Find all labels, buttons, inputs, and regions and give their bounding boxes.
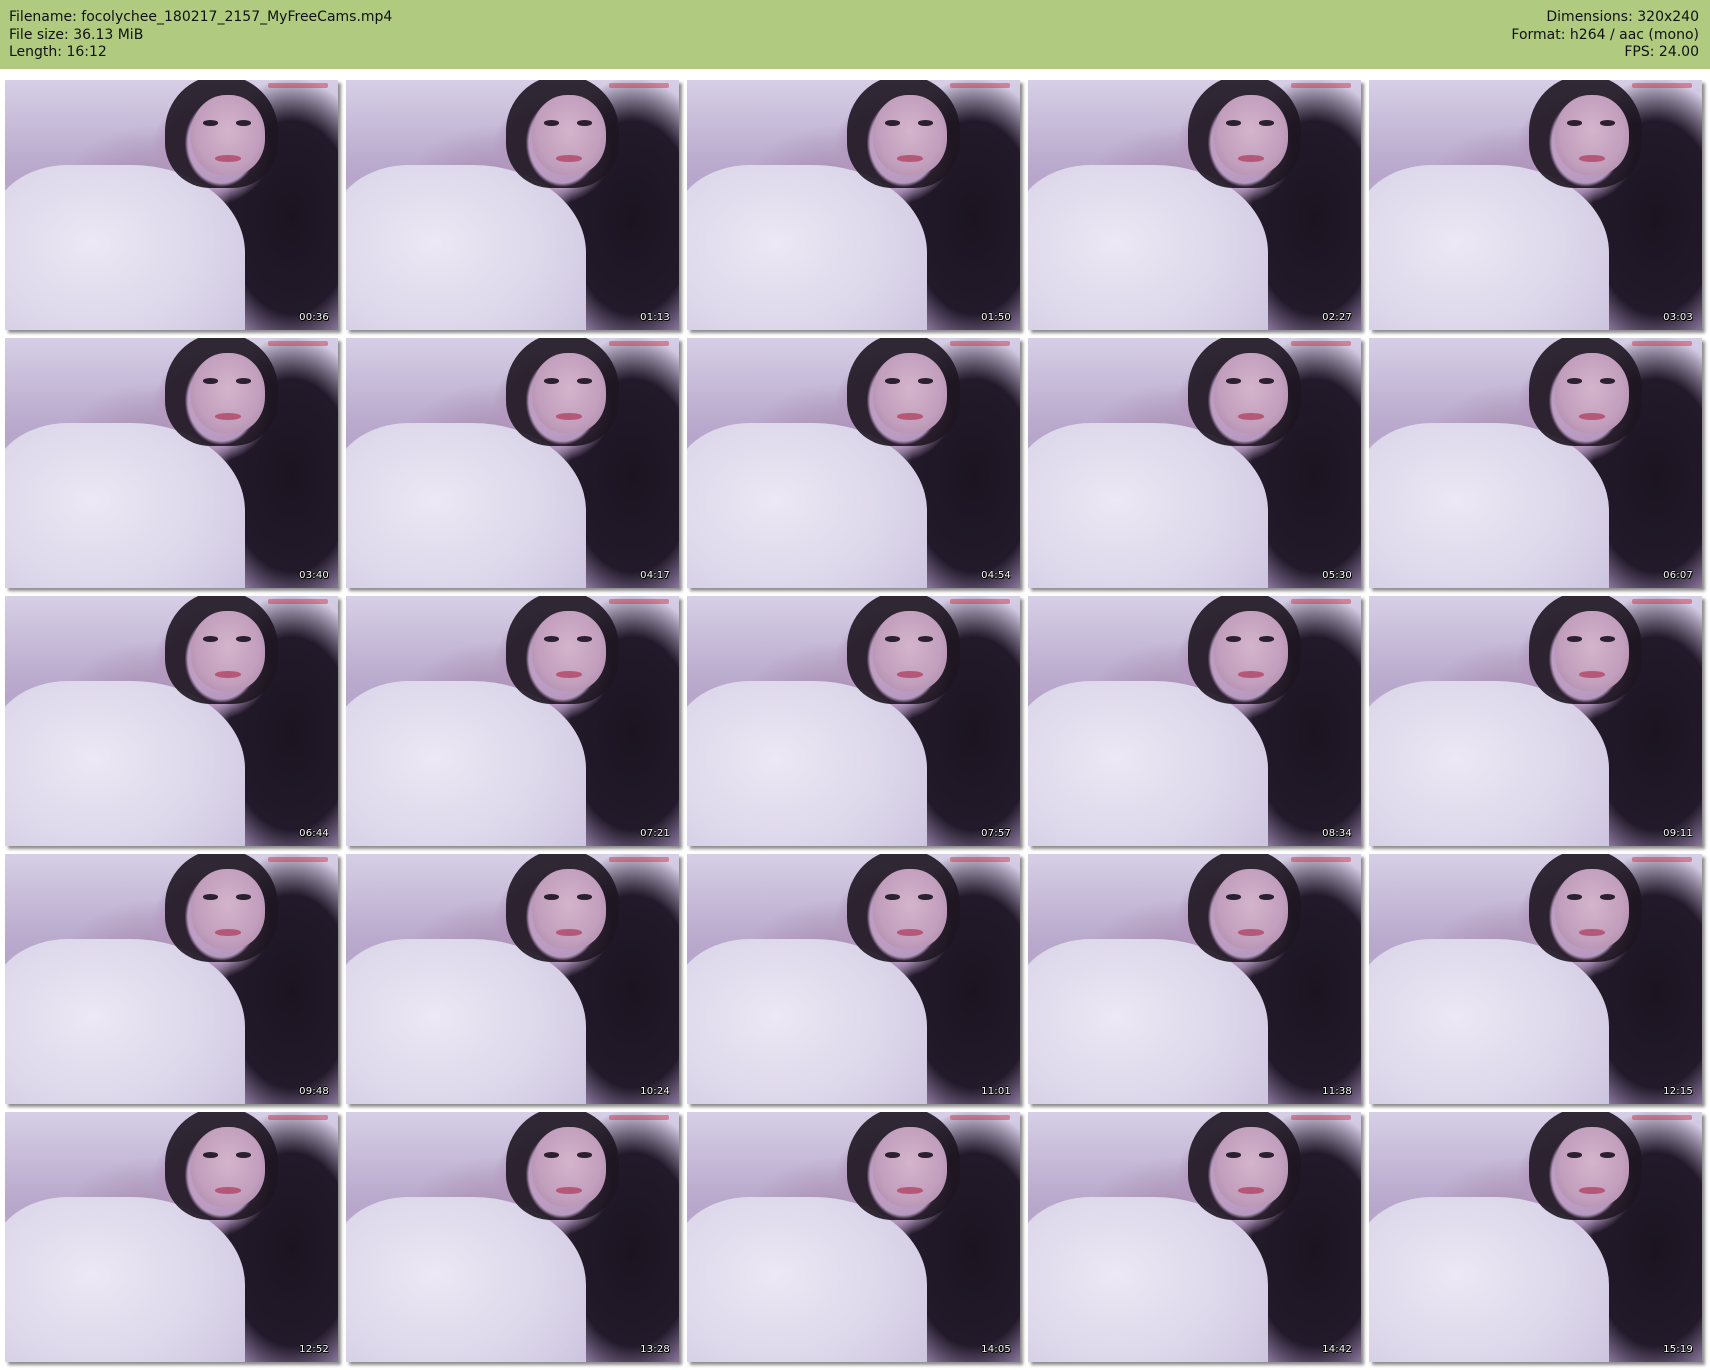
watermark-mark xyxy=(268,1115,328,1120)
thumbnail: 11:38 xyxy=(1028,854,1361,1104)
thumbnail-timestamp: 11:38 xyxy=(1322,1086,1352,1097)
watermark-mark xyxy=(1632,1115,1692,1120)
thumbnail-timestamp: 01:50 xyxy=(981,312,1011,323)
thumbnail: 03:40 xyxy=(5,338,338,588)
thumbnail: 09:11 xyxy=(1369,596,1702,846)
thumbnail: 14:05 xyxy=(687,1112,1020,1362)
thumbnail: 04:17 xyxy=(346,338,679,588)
thumbnail-timestamp: 07:57 xyxy=(981,828,1011,839)
thumbnail: 03:03 xyxy=(1369,80,1702,330)
thumbnail-timestamp: 06:44 xyxy=(299,828,329,839)
thumbnail: 00:36 xyxy=(5,80,338,330)
watermark-mark xyxy=(1291,599,1351,604)
watermark-mark xyxy=(950,341,1010,346)
watermark-mark xyxy=(609,83,669,88)
thumbnail-timestamp: 06:07 xyxy=(1663,570,1693,581)
watermark-mark xyxy=(268,857,328,862)
watermark-mark xyxy=(609,857,669,862)
thumbnail: 11:01 xyxy=(687,854,1020,1104)
thumbnail-timestamp: 04:54 xyxy=(981,570,1011,581)
thumbnail: 12:15 xyxy=(1369,854,1702,1104)
thumbnail-timestamp: 01:13 xyxy=(640,312,670,323)
thumbnail-timestamp: 12:15 xyxy=(1663,1086,1693,1097)
thumbnail-timestamp: 02:27 xyxy=(1322,312,1352,323)
thumbnail-timestamp: 11:01 xyxy=(981,1086,1011,1097)
thumbnail-timestamp: 09:11 xyxy=(1663,828,1693,839)
thumbnail: 06:07 xyxy=(1369,338,1702,588)
watermark-mark xyxy=(1291,857,1351,862)
thumbnail: 04:54 xyxy=(687,338,1020,588)
watermark-mark xyxy=(950,857,1010,862)
watermark-mark xyxy=(609,341,669,346)
watermark-mark xyxy=(950,599,1010,604)
thumbnail-timestamp: 03:03 xyxy=(1663,312,1693,323)
thumbnail-timestamp: 14:05 xyxy=(981,1344,1011,1355)
thumbnail: 07:57 xyxy=(687,596,1020,846)
thumbnail: 05:30 xyxy=(1028,338,1361,588)
thumbnail: 15:19 xyxy=(1369,1112,1702,1362)
thumbnail-grid: 00:36 01:13 01:50 02:27 03:03 03:40 04:1… xyxy=(0,0,1710,1370)
thumbnail: 01:50 xyxy=(687,80,1020,330)
thumbnail-timestamp: 09:48 xyxy=(299,1086,329,1097)
watermark-mark xyxy=(1291,1115,1351,1120)
watermark-mark xyxy=(609,1115,669,1120)
thumbnail-timestamp: 00:36 xyxy=(299,312,329,323)
thumbnail: 06:44 xyxy=(5,596,338,846)
thumbnail-timestamp: 15:19 xyxy=(1663,1344,1693,1355)
thumbnail: 07:21 xyxy=(346,596,679,846)
watermark-mark xyxy=(950,1115,1010,1120)
watermark-mark xyxy=(1632,857,1692,862)
thumbnail-timestamp: 12:52 xyxy=(299,1344,329,1355)
thumbnail: 08:34 xyxy=(1028,596,1361,846)
watermark-mark xyxy=(950,83,1010,88)
watermark-mark xyxy=(1632,83,1692,88)
watermark-mark xyxy=(268,83,328,88)
thumbnail: 01:13 xyxy=(346,80,679,330)
watermark-mark xyxy=(268,341,328,346)
thumbnail-timestamp: 04:17 xyxy=(640,570,670,581)
thumbnail-timestamp: 03:40 xyxy=(299,570,329,581)
thumbnail-timestamp: 14:42 xyxy=(1322,1344,1352,1355)
thumbnail: 12:52 xyxy=(5,1112,338,1362)
thumbnail-timestamp: 08:34 xyxy=(1322,828,1352,839)
thumbnail-timestamp: 10:24 xyxy=(640,1086,670,1097)
thumbnail: 14:42 xyxy=(1028,1112,1361,1362)
watermark-mark xyxy=(268,599,328,604)
watermark-mark xyxy=(609,599,669,604)
watermark-mark xyxy=(1291,83,1351,88)
thumbnail: 13:28 xyxy=(346,1112,679,1362)
thumbnail: 02:27 xyxy=(1028,80,1361,330)
thumbnail-timestamp: 05:30 xyxy=(1322,570,1352,581)
thumbnail: 10:24 xyxy=(346,854,679,1104)
thumbnail: 09:48 xyxy=(5,854,338,1104)
watermark-mark xyxy=(1632,341,1692,346)
thumbnail-timestamp: 07:21 xyxy=(640,828,670,839)
watermark-mark xyxy=(1291,341,1351,346)
thumbnail-timestamp: 13:28 xyxy=(640,1344,670,1355)
watermark-mark xyxy=(1632,599,1692,604)
